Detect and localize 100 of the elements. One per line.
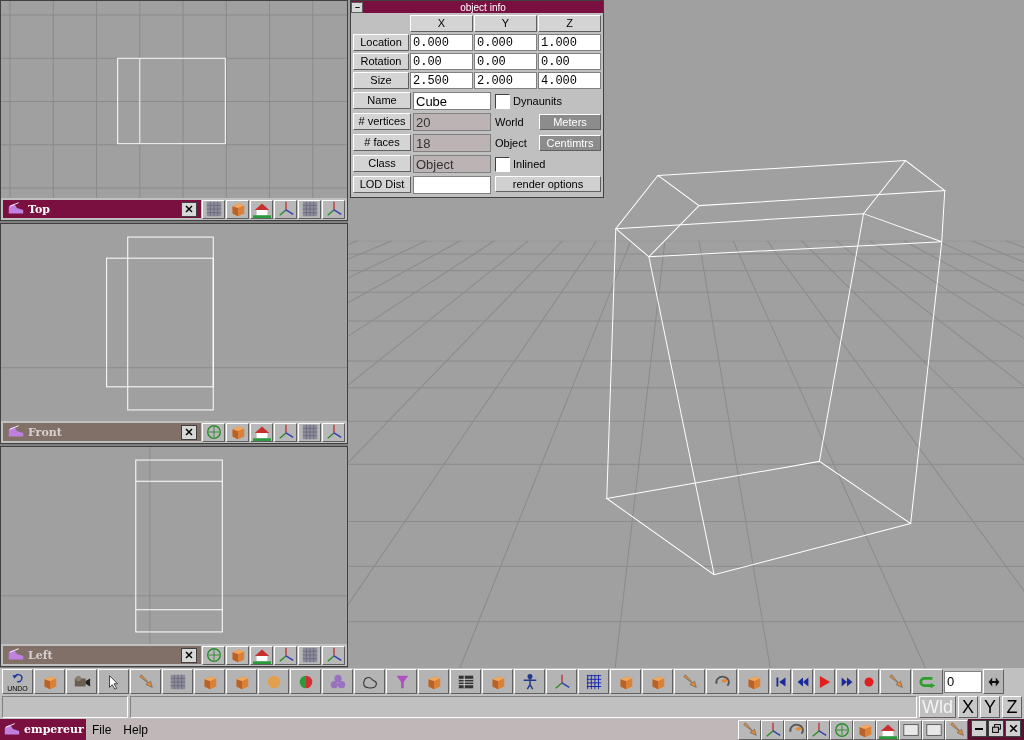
tool-button[interactable] [274, 199, 297, 219]
tool-button[interactable] [418, 669, 449, 694]
tool-button[interactable] [298, 199, 321, 219]
checkbox-square[interactable] [495, 93, 510, 109]
tool-button[interactable] [482, 669, 513, 694]
taskbar-button[interactable] [922, 719, 945, 740]
field-label: Name [353, 92, 411, 109]
tool-button[interactable] [322, 669, 353, 694]
tool-button[interactable] [298, 645, 321, 665]
viewport-title-bar[interactable]: Top [3, 200, 201, 218]
row-label: Location [353, 34, 409, 51]
tool-button[interactable] [274, 422, 297, 442]
value-field[interactable]: 0.000 [410, 34, 473, 51]
tool-button[interactable] [258, 669, 289, 694]
tool-button[interactable] [226, 645, 249, 665]
tool-button[interactable] [290, 669, 321, 694]
tool-button[interactable] [880, 669, 911, 694]
tool-button[interactable] [354, 669, 385, 694]
input-field[interactable]: Cube [413, 92, 491, 110]
tool-button[interactable] [674, 669, 705, 694]
inlined-checkbox[interactable]: Inlined [495, 155, 601, 173]
play-icon [818, 674, 831, 689]
playback-button[interactable] [858, 669, 879, 694]
playback-button[interactable] [792, 669, 813, 694]
tool-button[interactable] [322, 199, 345, 219]
taskbar-button[interactable] [853, 719, 876, 740]
playback-button[interactable] [814, 669, 835, 694]
stepper-button[interactable] [983, 669, 1004, 694]
tool-button[interactable] [706, 669, 737, 694]
tool-button[interactable] [322, 422, 345, 442]
tool-button[interactable] [610, 669, 641, 694]
value-field[interactable]: 2.500 [410, 72, 473, 89]
tool-button[interactable] [738, 669, 769, 694]
tool-button[interactable] [250, 422, 273, 442]
checkbox-label: Inlined [513, 158, 546, 170]
value-field[interactable]: 0.00 [410, 53, 473, 70]
coordinate-button[interactable]: Y [980, 696, 1000, 718]
tool-button[interactable] [322, 645, 345, 665]
render-options-button[interactable]: render options [495, 176, 601, 192]
restore-icon [989, 722, 1003, 735]
menu-item[interactable]: Help [117, 722, 155, 737]
taskbar-button[interactable] [899, 719, 922, 740]
taskbar-button[interactable] [807, 719, 830, 740]
tool-button[interactable] [546, 669, 577, 694]
tool-button[interactable] [34, 669, 65, 694]
restore-button[interactable] [988, 720, 1004, 737]
playback-button[interactable] [770, 669, 791, 694]
menu-item[interactable]: File [86, 722, 118, 737]
tool-button[interactable] [514, 669, 545, 694]
column-header: X [410, 15, 473, 32]
collapse-button[interactable] [351, 1, 363, 13]
tool-button[interactable] [226, 669, 257, 694]
field-label: Class [353, 155, 411, 172]
tool-button[interactable] [226, 199, 249, 219]
units-label: Object [495, 137, 527, 149]
minimize-icon [974, 726, 984, 731]
coordinate-button[interactable]: X [958, 696, 978, 718]
value-field[interactable]: 2.000 [474, 72, 537, 89]
tool-button[interactable] [578, 669, 609, 694]
field-label: # faces [353, 134, 411, 151]
close-button[interactable] [181, 647, 197, 663]
row-label: Rotation [353, 53, 409, 70]
input-field[interactable] [413, 176, 491, 194]
tool-button[interactable] [202, 199, 225, 219]
undo-icon [10, 671, 25, 685]
value-field[interactable]: 4.000 [538, 72, 601, 89]
tool-button[interactable] [250, 199, 273, 219]
tool-button[interactable] [194, 669, 225, 694]
tool-button[interactable] [66, 669, 97, 694]
taskbar-button[interactable] [738, 719, 761, 740]
tool-button[interactable] [226, 422, 249, 442]
tool-button[interactable] [386, 669, 417, 694]
value-field[interactable]: 1.000 [538, 34, 601, 51]
value-field[interactable]: 0.00 [474, 53, 537, 70]
minimize-button[interactable] [971, 720, 987, 737]
tool-button[interactable] [130, 669, 161, 694]
tool-button[interactable] [162, 669, 193, 694]
coordinate-button[interactable]: Z [1002, 696, 1022, 718]
close-button[interactable] [1005, 720, 1021, 737]
tool-button[interactable] [298, 422, 321, 442]
app-title[interactable]: empereur [0, 719, 86, 740]
frame-field[interactable]: 0 [944, 670, 982, 693]
taskbar-button[interactable] [784, 719, 807, 740]
tool-button[interactable] [274, 645, 297, 665]
taskbar-button[interactable] [876, 719, 899, 740]
close-button[interactable] [181, 424, 197, 440]
tool-button[interactable] [98, 669, 129, 694]
taskbar-button[interactable] [761, 719, 784, 740]
tool-button[interactable] [450, 669, 481, 694]
taskbar-button[interactable] [945, 719, 968, 740]
tool-button[interactable] [250, 645, 273, 665]
dynaunits-checkbox[interactable]: Dynaunits [495, 92, 601, 110]
checkbox-square[interactable] [495, 156, 510, 172]
tool-button[interactable] [912, 669, 943, 694]
value-field[interactable]: 0.00 [538, 53, 601, 70]
arrow-icon [740, 720, 759, 739]
close-button[interactable] [181, 201, 197, 217]
value-field[interactable]: 0.000 [474, 34, 537, 51]
playback-button[interactable] [836, 669, 857, 694]
tool-button[interactable] [642, 669, 673, 694]
